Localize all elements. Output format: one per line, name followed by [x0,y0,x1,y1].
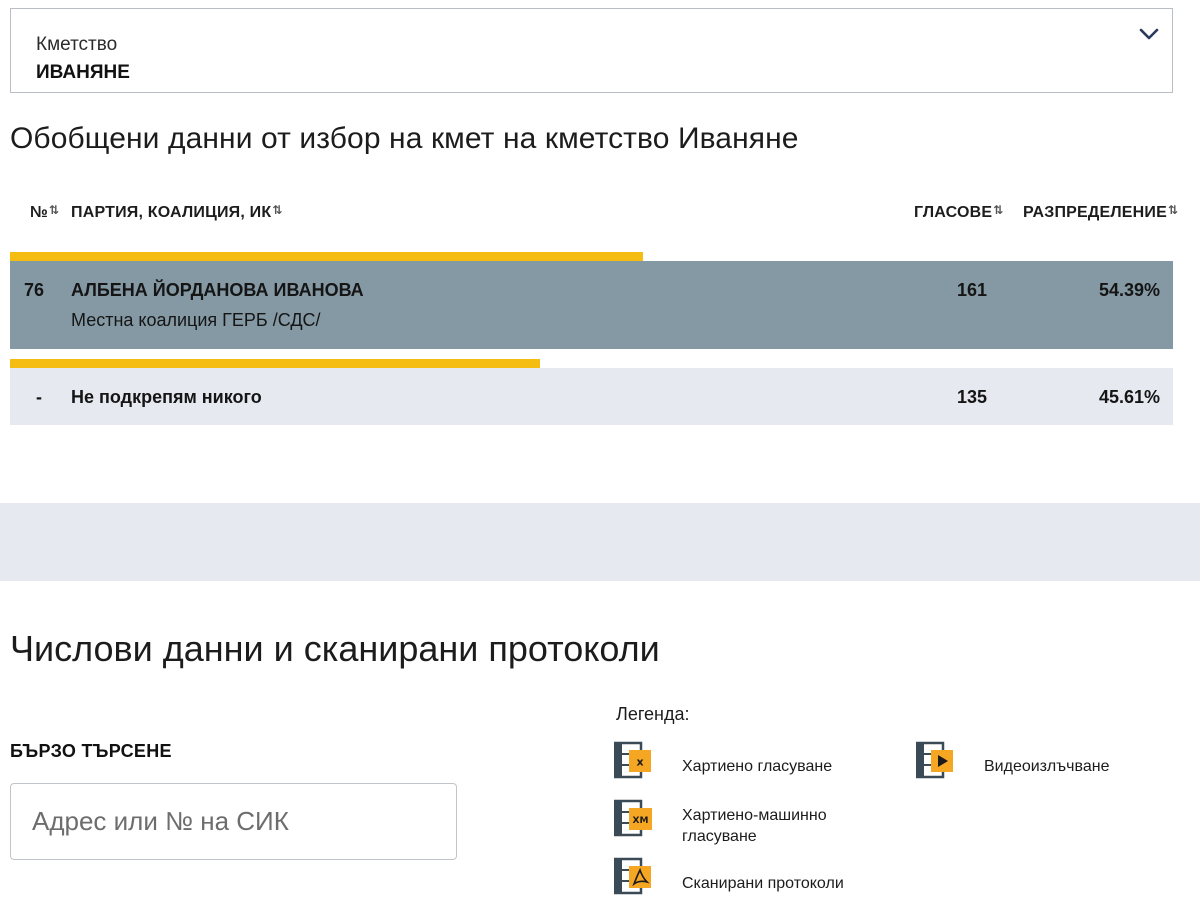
column-header-party[interactable]: ПАРТИЯ, КОАЛИЦИЯ, ИК⇅ [71,203,283,222]
quick-search-label: БЪРЗО ТЪРСЕНЕ [10,741,172,761]
column-header-distribution[interactable]: РАЗПРЕДЕЛЕНИЕ⇅ [1023,203,1178,222]
selector-value: ИВАНЯНЕ [36,62,130,83]
votes-value: 135 [956,387,987,407]
table-row: 76 АЛБЕНА ЙОРДАНОВА ИВАНОВА Местна коали… [10,261,1173,349]
column-header-votes[interactable]: ГЛАСОВЕ⇅ [914,203,1004,222]
candidate-name: Не подкрепям никого [71,387,262,407]
column-header-number[interactable]: №⇅ [30,203,59,222]
percent-value: 45.61% [1098,387,1160,407]
chevron-down-icon[interactable] [1138,23,1160,45]
sort-icon[interactable]: ⇅ [993,203,1003,217]
paper-machine-voting-icon: XM [614,799,652,837]
section-divider [0,503,1200,581]
column-distribution-label: РАЗПРЕДЕЛЕНИЕ [1023,204,1167,221]
legend-label: Хартиено-машинно гласуване [682,807,827,845]
column-number-label: № [30,204,49,221]
row-number: 76 [24,280,45,300]
percent-value: 54.39% [1098,280,1160,300]
svg-text:x: x [636,756,643,769]
paper-voting-icon: x [614,741,651,779]
sort-icon[interactable]: ⇅ [272,203,282,217]
column-votes-label: ГЛАСОВЕ [914,204,993,221]
protocols-title: Числови данни и сканирани протоколи [10,628,660,669]
selector-label: Кметство [36,34,118,55]
search-input[interactable] [10,783,457,860]
candidate-name: АЛБЕНА ЙОРДАНОВА ИВАНОВА [71,280,364,300]
legend-label: Видеоизлъчване [984,758,1110,775]
sort-icon[interactable]: ⇅ [49,203,59,217]
votes-value: 161 [956,280,987,300]
share-bar [10,359,540,368]
legend-label: Сканирани протоколи [682,875,844,892]
row-number: - [36,387,42,407]
table-row: - Не подкрепям никого 135 45.61% [10,368,1173,425]
video-stream-icon [916,741,953,779]
share-bar [10,252,643,261]
legend-title: Легенда: [616,704,690,724]
mayoralty-selector[interactable]: Кметство ИВАНЯНЕ [10,8,1173,93]
svg-text:XM: XM [633,816,649,826]
coalition-name: Местна коалиция ГЕРБ /СДС/ [71,310,321,330]
scanned-protocols-icon [614,857,651,895]
summary-title: Обобщени данни от избор на кмет на кметс… [10,122,799,155]
sort-icon[interactable]: ⇅ [1168,203,1178,217]
column-party-label: ПАРТИЯ, КОАЛИЦИЯ, ИК [71,204,272,221]
legend-label: Хартиено гласуване [682,758,833,775]
